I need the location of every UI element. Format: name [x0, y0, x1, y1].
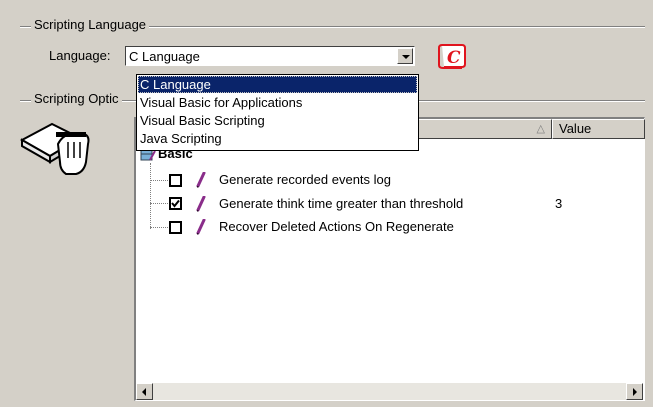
language-combobox[interactable]: C Language	[125, 46, 415, 66]
checkbox-checked[interactable]	[169, 197, 182, 210]
scripting-options-list[interactable]: △ Value Basic Generate recorded events l…	[134, 117, 645, 401]
scroll-right-button[interactable]	[626, 383, 643, 400]
value-column-header[interactable]: Value	[552, 119, 645, 139]
row-value: 3	[555, 196, 563, 211]
chevron-down-icon	[402, 55, 410, 59]
scripting-options-title: Scripting Optic	[31, 91, 122, 107]
combobox-dropdown-button[interactable]	[397, 48, 413, 64]
language-dropdown-list[interactable]: C Language Visual Basic for Applications…	[136, 74, 419, 151]
horizontal-scrollbar[interactable]	[136, 383, 643, 400]
pencil-icon	[196, 218, 206, 238]
script-c-icon: C	[436, 42, 468, 70]
dropdown-option-java-scripting[interactable]: Java Scripting	[138, 130, 417, 147]
arrow-right-icon	[633, 388, 637, 396]
dropdown-option-vba[interactable]: Visual Basic for Applications	[138, 94, 417, 111]
pencil-icon	[196, 171, 206, 191]
scroll-left-button[interactable]	[136, 383, 153, 400]
language-label: Language:	[49, 48, 111, 63]
row-label: Recover Deleted Actions On Regenerate	[219, 219, 454, 234]
dropdown-option-c-language[interactable]: C Language	[138, 76, 417, 93]
language-combobox-value: C Language	[129, 49, 200, 64]
row-label: Generate recorded events log	[219, 172, 391, 187]
checkbox[interactable]	[169, 221, 182, 234]
arrow-left-icon	[142, 388, 146, 396]
scripting-language-title: Scripting Language	[31, 17, 150, 33]
svg-text:C: C	[447, 48, 461, 68]
row-label: Generate think time greater than thresho…	[219, 196, 464, 211]
checkbox[interactable]	[169, 174, 182, 187]
value-column-label: Value	[559, 121, 592, 136]
book-hand-icon	[18, 118, 94, 178]
dropdown-option-vbscript[interactable]: Visual Basic Scripting	[138, 112, 417, 129]
sort-ascending-icon: △	[536, 123, 545, 135]
pencil-icon	[196, 195, 206, 215]
